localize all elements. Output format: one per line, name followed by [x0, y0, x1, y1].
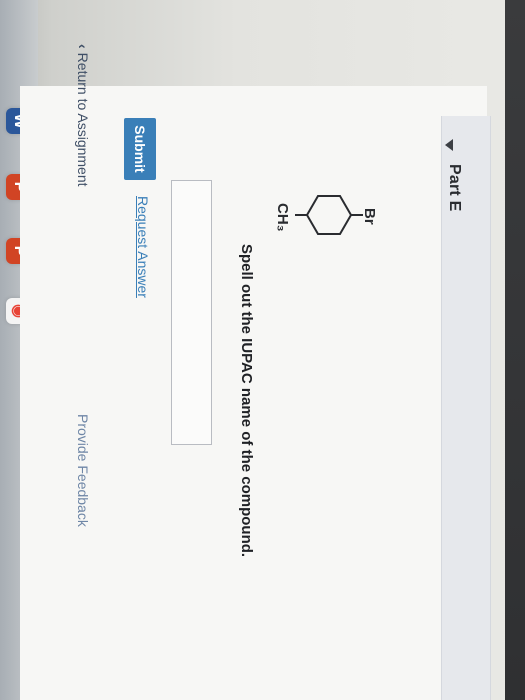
answer-input[interactable]	[171, 180, 212, 445]
assignment-page: Part E Br CH₃ Spell out the IUPAC name o…	[0, 0, 525, 700]
collapse-triangle-icon[interactable]	[445, 139, 453, 151]
cyclohexane-ring	[305, 195, 353, 235]
provide-feedback-link[interactable]: Provide Feedback	[75, 414, 91, 527]
return-to-assignment-link[interactable]: ‹ Return to Assignment	[75, 44, 91, 187]
molecule-structure: Br CH₃	[257, 170, 377, 260]
question-prompt: Spell out the IUPAC name of the compound…	[238, 244, 255, 558]
part-title: Part E	[446, 164, 463, 212]
methyl-label: CH₃	[274, 203, 291, 232]
cyclohexane-structure-svg: Br CH₃	[274, 195, 377, 235]
request-answer-link[interactable]: Request Answer	[135, 196, 151, 298]
submit-button[interactable]: Submit	[124, 118, 156, 180]
bromo-label: Br	[361, 208, 377, 225]
return-to-assignment-label: Return to Assignment	[75, 52, 91, 187]
chevron-left-icon: ‹	[75, 44, 91, 49]
